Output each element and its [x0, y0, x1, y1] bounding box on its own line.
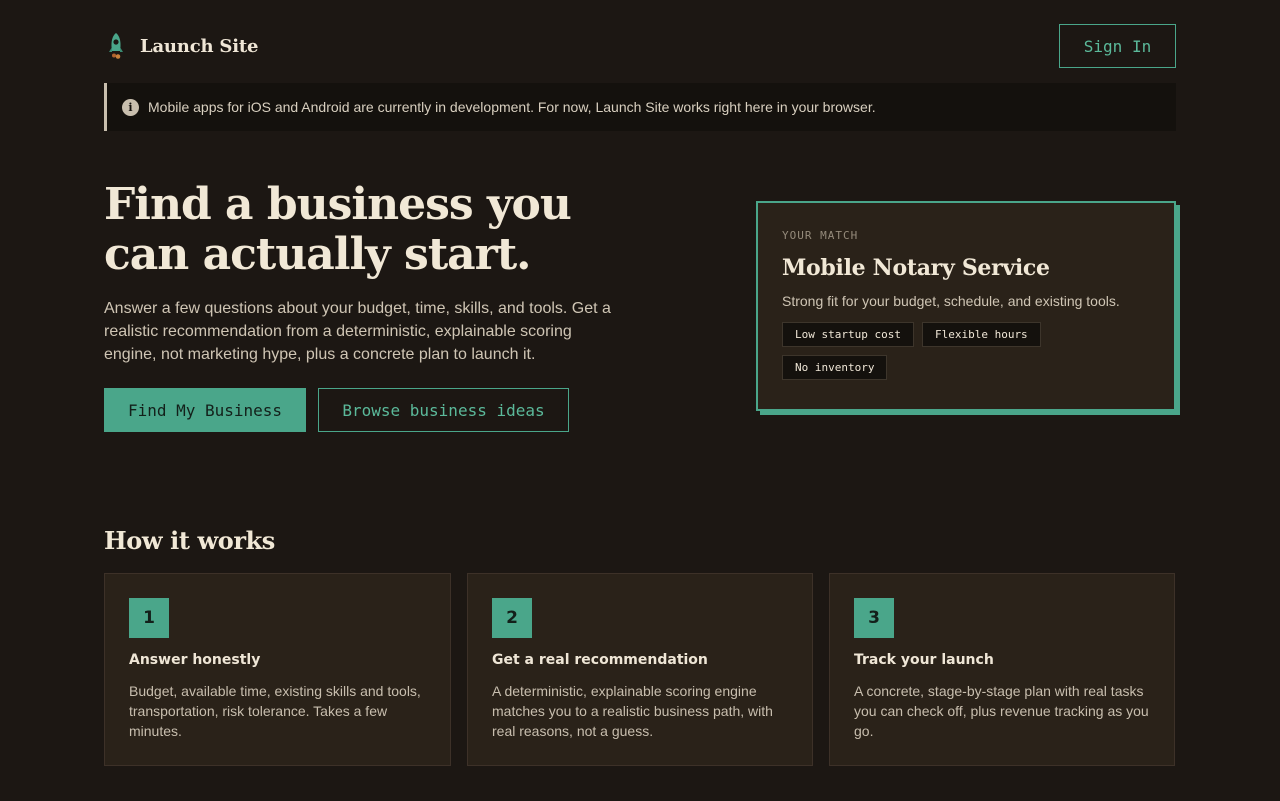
step-number: 3 — [854, 598, 894, 638]
match-tags: Low startup cost Flexible hours No inven… — [782, 322, 1142, 380]
match-tag: Flexible hours — [921, 322, 1041, 347]
step-card: 3 Track your launch A concrete, stage-by… — [829, 573, 1175, 766]
hero: Find a business you can actually start. … — [104, 180, 644, 366]
step-number: 2 — [492, 598, 532, 638]
how-it-works-title: How it works — [104, 526, 275, 555]
step-description: A deterministic, explainable scoring eng… — [492, 683, 773, 739]
info-icon: i — [122, 98, 139, 116]
step-description: A concrete, stage-by-stage plan with rea… — [854, 683, 1149, 739]
step-description: Budget, available time, existing skills … — [129, 683, 421, 739]
step-title: Track your launch — [854, 652, 994, 668]
step-title: Get a real recommendation — [492, 652, 708, 668]
step-number: 1 — [129, 598, 169, 638]
info-banner-text: Mobile apps for iOS and Android are curr… — [148, 99, 876, 115]
hero-title: Find a business you can actually start. — [104, 179, 572, 280]
step-card: 2 Get a real recommendation A determinis… — [467, 573, 813, 766]
hero-subtitle: Answer a few questions about your budget… — [104, 300, 611, 363]
how-it-works-steps: 1 Answer honestly Budget, available time… — [104, 573, 1175, 766]
browse-ideas-button[interactable]: Browse business ideas — [318, 388, 569, 432]
brand-name: Launch Site — [140, 35, 259, 57]
match-description: Strong fit for your budget, schedule, an… — [782, 293, 1120, 309]
match-tag: Low startup cost — [782, 322, 914, 347]
step-card: 1 Answer honestly Budget, available time… — [104, 573, 451, 766]
site-header: Launch Site Sign In — [104, 24, 1176, 68]
brand[interactable]: Launch Site — [104, 31, 258, 61]
match-title: Mobile Notary Service — [782, 255, 1050, 281]
match-card: YOUR MATCH Mobile Notary Service Strong … — [756, 201, 1176, 411]
step-title: Answer honestly — [129, 652, 261, 668]
info-banner: i Mobile apps for iOS and Android are cu… — [104, 83, 1176, 131]
sign-in-button[interactable]: Sign In — [1059, 24, 1176, 68]
find-my-business-button[interactable]: Find My Business — [104, 388, 306, 432]
match-eyebrow: YOUR MATCH — [782, 229, 859, 242]
rocket-icon — [104, 31, 128, 61]
match-tag: No inventory — [782, 355, 888, 380]
hero-actions: Find My Business Browse business ideas — [104, 388, 569, 432]
